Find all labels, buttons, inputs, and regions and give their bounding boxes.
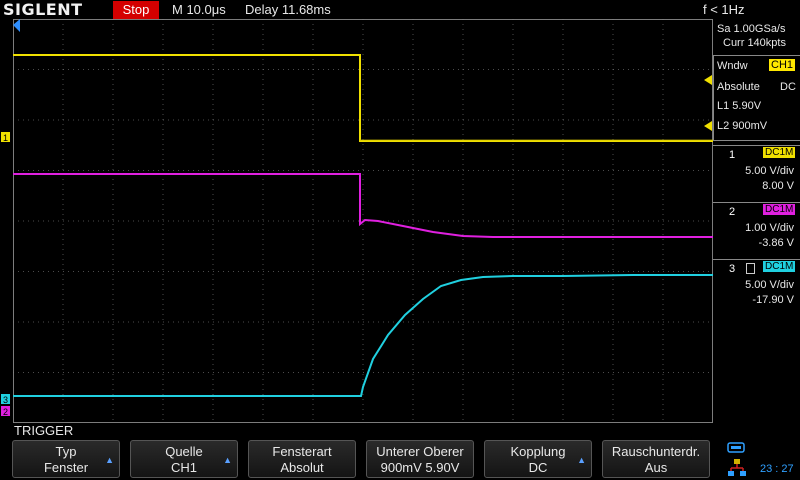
ch2-number: 2	[729, 206, 736, 218]
menu-button-source[interactable]: Quelle CH1 ▲	[130, 440, 238, 478]
ch1-waveform	[13, 54, 713, 142]
run-stop-indicator[interactable]: Stop	[113, 1, 159, 19]
ch2-offset: -3.86 V	[758, 237, 794, 249]
ch1-number: 1	[729, 149, 736, 161]
menu-button-value: CH1	[170, 460, 197, 475]
ch3-waveform	[13, 274, 713, 397]
menu-button-levels[interactable]: Unterer Oberer 900mV 5.90V	[366, 440, 474, 478]
menu-button-value: 900mV 5.90V	[380, 460, 460, 475]
menu-button-label: Quelle	[165, 444, 203, 459]
ch2-waveform	[13, 173, 713, 238]
menu-button-label: Fensterart	[272, 444, 332, 459]
ch1-info-box[interactable]: 1 DC1M 5.00 V/div 8.00 V	[713, 145, 800, 196]
ch2-coupling-badge: DC1M	[763, 204, 796, 215]
memory-depth-readout: Curr 140kpts	[723, 37, 786, 49]
menu-button-value: DC	[528, 460, 548, 475]
menu-button-label: Rauschunterdr.	[611, 444, 701, 459]
menu-button-value: Fenster	[43, 460, 89, 475]
upper-level-marker[interactable]	[704, 75, 713, 85]
ch2-info-box[interactable]: 2 DC1M 1.00 V/div -3.86 V	[713, 202, 800, 253]
window-coupling: DC	[780, 81, 796, 93]
ch3-number: 3	[729, 263, 736, 275]
svg-text:1: 1	[3, 133, 8, 143]
frequency-readout: f < 1Hz	[703, 2, 745, 17]
timebase-readout[interactable]: M 10.0μs	[172, 0, 226, 20]
menu-button-noise-reject[interactable]: Rauschunterdr. Aus	[602, 440, 710, 478]
menu-button-coupling[interactable]: Kopplung DC ▲	[484, 440, 592, 478]
sample-rate-readout: Sa 1.00GSa/s	[717, 23, 786, 35]
window-mode: Absolute	[717, 81, 760, 93]
menu-title: TRIGGER	[14, 423, 74, 438]
menu-button-label: Kopplung	[510, 444, 566, 459]
usb-storage-icon	[727, 442, 745, 453]
ch3-offset: -17.90 V	[752, 294, 794, 306]
menu-button-value: Aus	[644, 460, 668, 475]
bandwidth-limit-icon	[746, 263, 755, 274]
system-clock: 23 : 27	[760, 463, 794, 475]
menu-button-label: Typ	[55, 444, 77, 459]
level-l2: L2 900mV	[717, 120, 768, 132]
menu-button-type[interactable]: Typ Fenster ▲	[12, 440, 120, 478]
window-label: Wndw	[717, 60, 748, 72]
ch1-offset: 8.00 V	[762, 180, 794, 192]
menu-button-value: Absolut	[280, 460, 324, 475]
level-l1: L1 5.90V	[717, 100, 762, 112]
trigger-position-marker[interactable]	[13, 19, 20, 32]
svg-text:2: 2	[3, 407, 8, 417]
ch2-offset-marker[interactable]: 2	[0, 404, 13, 418]
ch3-scale: 5.00 V/div	[745, 279, 794, 291]
ch3-coupling-badge: DC1M	[763, 261, 796, 272]
trigger-window-panel: Wndw CH1 Absolute DC L1 5.90V L2 900mV	[713, 55, 800, 141]
waveform-display[interactable]	[13, 19, 713, 423]
lower-level-marker[interactable]	[704, 121, 713, 131]
ch2-scale: 1.00 V/div	[745, 222, 794, 234]
delay-readout[interactable]: Delay 11.68ms	[245, 0, 331, 20]
chevron-up-icon: ▲	[577, 455, 586, 465]
menu-button-window-type[interactable]: Fensterart Absolut	[248, 440, 356, 478]
chevron-up-icon: ▲	[105, 455, 114, 465]
brand-logo: SIGLENT	[3, 0, 83, 19]
ch1-offset-marker[interactable]: 1	[0, 130, 13, 144]
ch1-coupling-badge: DC1M	[763, 147, 796, 158]
network-icon	[728, 459, 746, 476]
menu-button-label: Unterer Oberer	[376, 444, 464, 459]
chevron-up-icon: ▲	[223, 455, 232, 465]
ch1-scale: 5.00 V/div	[745, 165, 794, 177]
window-channel-badge: CH1	[769, 59, 796, 71]
ch3-info-box[interactable]: 3 DC1M 5.00 V/div -17.90 V	[713, 259, 800, 310]
